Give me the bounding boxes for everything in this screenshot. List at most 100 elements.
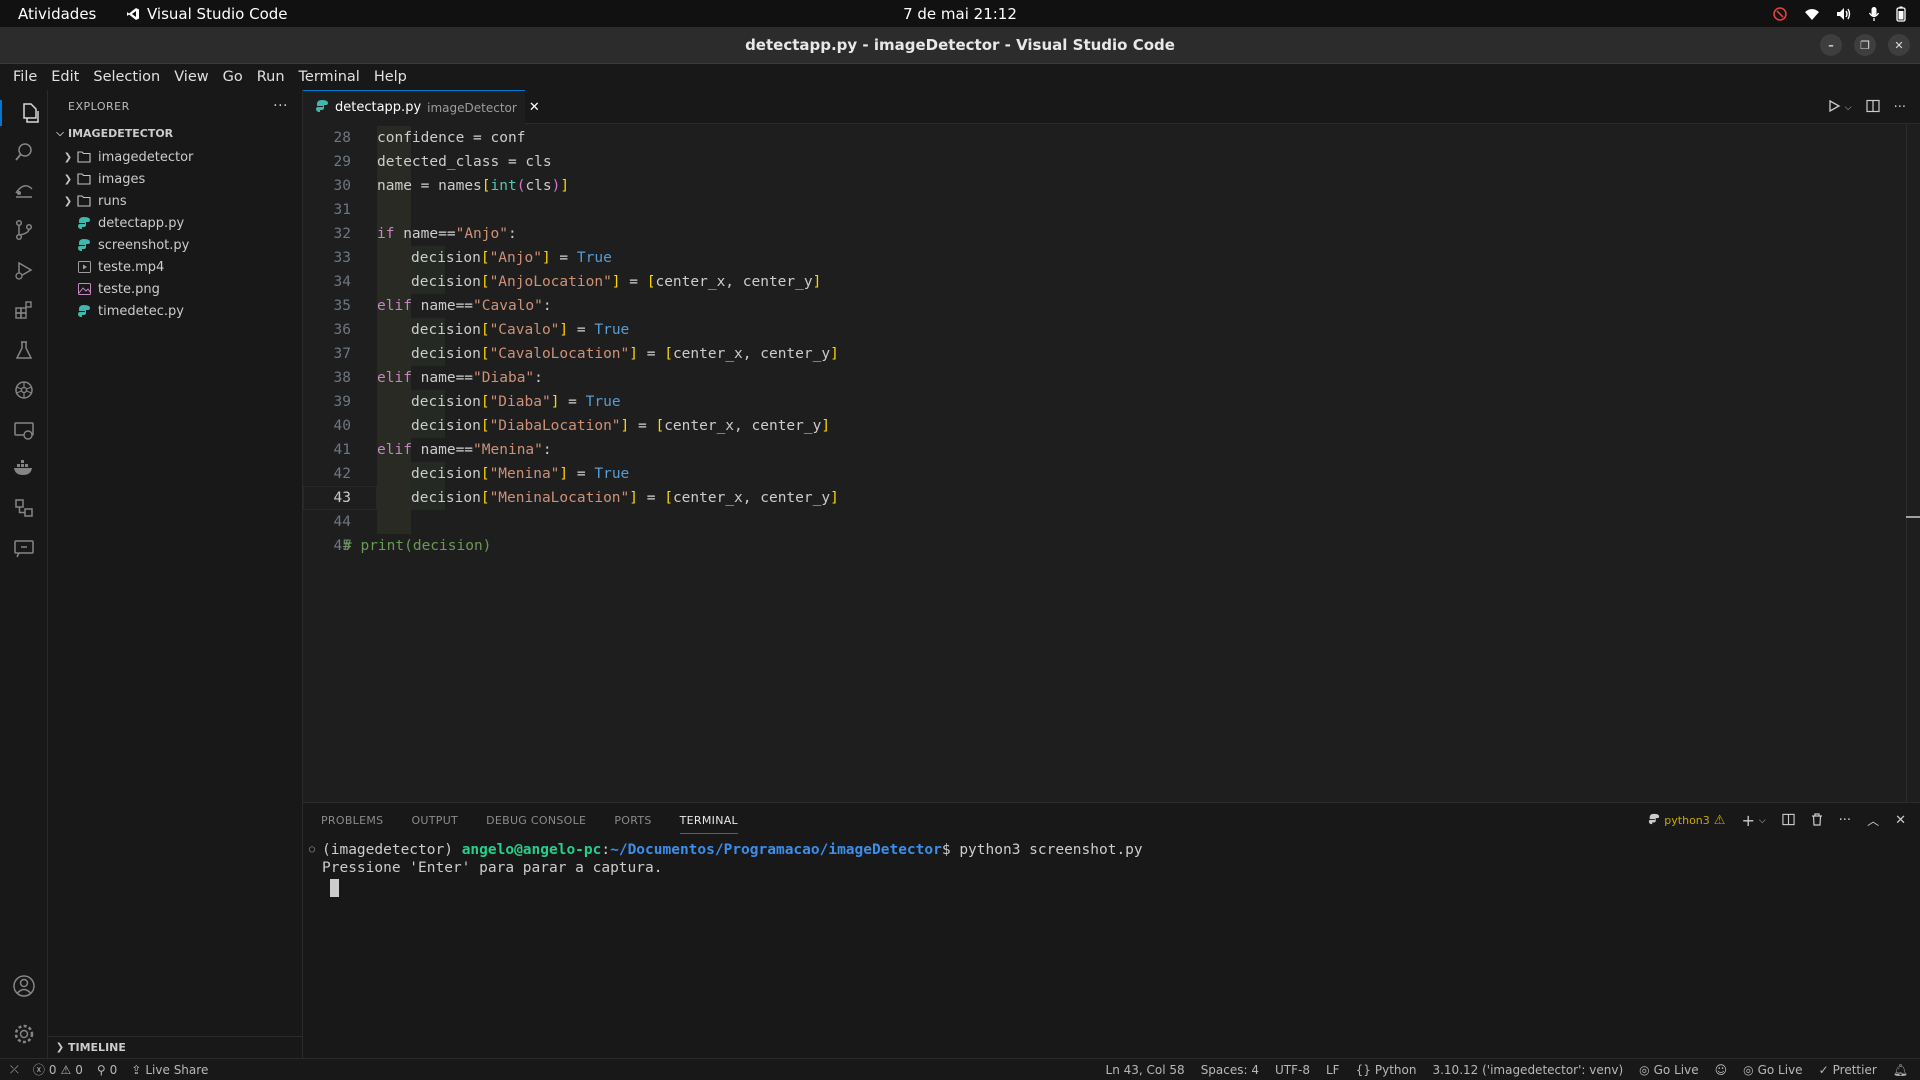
code-line[interactable]: 30 name = names[int(cls)]: [303, 174, 1903, 198]
copilot-icon[interactable]: ☺: [1715, 1063, 1728, 1077]
code-line[interactable]: 29 detected_class = cls: [303, 150, 1903, 174]
kubernetes-icon[interactable]: [12, 378, 36, 402]
system-tray[interactable]: [1772, 0, 1906, 27]
editor-scrollbar[interactable]: [1906, 124, 1907, 802]
testing-icon[interactable]: [12, 338, 36, 362]
activities-button[interactable]: Atividades: [0, 5, 110, 23]
code-line[interactable]: 43 decision["MeninaLocation"] = [center_x…: [303, 486, 1903, 510]
restore-button[interactable]: ❐: [1854, 34, 1876, 56]
indentation[interactable]: Spaces: 4: [1201, 1063, 1259, 1077]
live-share-icon[interactable]: [12, 536, 36, 560]
code-line[interactable]: 35 elif name=="Cavalo":: [303, 294, 1903, 318]
code-line[interactable]: 40 decision["DiabaLocation"] = [center_x,…: [303, 414, 1903, 438]
code-line[interactable]: 38 elif name=="Diaba":: [303, 366, 1903, 390]
clock[interactable]: 7 de mai 21:12: [903, 5, 1017, 23]
new-terminal-icon[interactable]: +: [1741, 811, 1754, 830]
code-editor[interactable]: 28 confidence = conf 29 detected_class = cl…: [303, 124, 1920, 802]
code-line[interactable]: 34 decision["AnjoLocation"] = [center_x, …: [303, 270, 1903, 294]
search-icon[interactable]: [12, 140, 36, 164]
tab-terminal[interactable]: TERMINAL: [679, 814, 738, 834]
tab-detectapp[interactable]: detectapp.py imageDetector ✕: [303, 90, 540, 124]
menu-file[interactable]: File: [6, 69, 44, 85]
more-actions-icon[interactable]: ···: [1894, 100, 1906, 115]
app-menu[interactable]: Visual Studio Code: [126, 5, 288, 23]
code-line[interactable]: 39 decision["Diaba"] = True: [303, 390, 1903, 414]
go-live-button-2[interactable]: ◎ Go Live: [1743, 1063, 1802, 1077]
tree-file-screenshot[interactable]: screenshot.py: [48, 234, 302, 256]
extensions-icon[interactable]: [12, 298, 36, 322]
menu-view[interactable]: View: [167, 69, 215, 85]
minimize-button[interactable]: –: [1820, 34, 1842, 56]
microphone-icon[interactable]: [1868, 6, 1880, 22]
chevron-down-icon[interactable]: ⌵: [1845, 103, 1852, 113]
code-line[interactable]: 28 confidence = conf: [303, 126, 1903, 150]
end-of-line[interactable]: LF: [1326, 1063, 1340, 1077]
volume-icon[interactable]: [1836, 7, 1852, 21]
menu-help[interactable]: Help: [367, 69, 414, 85]
more-actions-icon[interactable]: ···: [1839, 813, 1851, 828]
code-line[interactable]: 37 decision["CavaloLocation"] = [center_x…: [303, 342, 1903, 366]
split-editor-icon[interactable]: [1865, 98, 1880, 117]
split-terminal-icon[interactable]: [1782, 813, 1795, 829]
tab-debug-console[interactable]: DEBUG CONSOLE: [486, 814, 586, 827]
source-control-icon[interactable]: [12, 218, 36, 242]
remote-explorer-icon[interactable]: [12, 178, 36, 202]
ports-indicator[interactable]: ⚲ 0: [97, 1063, 117, 1077]
tab-output[interactable]: OUTPUT: [411, 814, 458, 827]
menu-edit[interactable]: Edit: [44, 69, 86, 85]
tree-file-timedetec[interactable]: timedetec.py: [48, 300, 302, 322]
tree-file-detectapp[interactable]: detectapp.py: [48, 212, 302, 234]
trash-icon[interactable]: [1811, 812, 1823, 829]
maximize-panel-icon[interactable]: ︿: [1867, 812, 1879, 829]
close-panel-icon[interactable]: ✕: [1895, 813, 1906, 828]
run-debug-icon[interactable]: [12, 258, 36, 282]
tab-ports[interactable]: PORTS: [614, 814, 651, 827]
cursor-position[interactable]: Ln 43, Col 58: [1106, 1063, 1185, 1077]
docker-icon[interactable]: [12, 456, 36, 480]
menu-run[interactable]: Run: [250, 69, 292, 85]
live-share-button[interactable]: ⇪ Live Share: [131, 1063, 208, 1077]
project-manager-icon[interactable]: [12, 496, 36, 520]
project-section-header[interactable]: ⌵ IMAGEDETECTOR: [48, 122, 302, 144]
language-mode[interactable]: {} Python: [1356, 1063, 1417, 1077]
timeline-section-header[interactable]: ❯ TIMELINE: [48, 1036, 302, 1058]
more-actions-icon[interactable]: ···: [273, 98, 288, 114]
wifi-icon[interactable]: [1804, 7, 1820, 21]
go-live-button-1[interactable]: ◎ Go Live: [1639, 1063, 1698, 1077]
remote-indicator-icon[interactable]: ⤫: [10, 1063, 19, 1077]
chevron-down-icon[interactable]: ⌵: [1759, 816, 1766, 826]
code-line[interactable]: 45 # print(decision): [303, 534, 1903, 558]
code-line[interactable]: 31: [303, 198, 1903, 222]
tree-folder-images[interactable]: ❯ images: [48, 168, 302, 190]
settings-icon[interactable]: [12, 1022, 36, 1046]
explorer-icon[interactable]: [0, 100, 48, 126]
terminal-instance-selector[interactable]: python3 ⚠: [1648, 813, 1725, 828]
problems-indicator[interactable]: ⓧ 0 ⚠ 0: [33, 1061, 83, 1078]
tree-file-teste-png[interactable]: teste.png: [48, 278, 302, 300]
menu-selection[interactable]: Selection: [86, 69, 167, 85]
remote-icon[interactable]: [12, 418, 36, 442]
python-interpreter[interactable]: 3.10.12 ('imagedetector': venv): [1432, 1063, 1623, 1077]
recording-icon[interactable]: [1772, 6, 1788, 22]
menu-go[interactable]: Go: [216, 69, 250, 85]
code-line[interactable]: 32 if name=="Anjo":: [303, 222, 1903, 246]
code-line[interactable]: 44: [303, 510, 1903, 534]
close-window-button[interactable]: ✕: [1888, 34, 1910, 56]
window-title-bar[interactable]: detectapp.py - imageDetector - Visual St…: [0, 27, 1920, 64]
code-line[interactable]: 41 elif name=="Menina":: [303, 438, 1903, 462]
tree-folder-runs[interactable]: ❯ runs: [48, 190, 302, 212]
terminal[interactable]: ○ (imagedetector) angelo@angelo-pc:~/Doc…: [303, 837, 1920, 1059]
code-line[interactable]: 42 decision["Menina"] = True: [303, 462, 1903, 486]
tab-problems[interactable]: PROBLEMS: [321, 814, 383, 827]
close-tab-icon[interactable]: ✕: [529, 100, 540, 115]
code-line[interactable]: 36 decision["Cavalo"] = True: [303, 318, 1903, 342]
tree-folder-imagedetector[interactable]: ❯ imagedetector: [48, 146, 302, 168]
notifications-bell-icon[interactable]: 🔔︎: [1893, 1063, 1908, 1077]
code-line[interactable]: 33 decision["Anjo"] = True: [303, 246, 1903, 270]
account-icon[interactable]: [12, 974, 36, 998]
prettier-status[interactable]: ✓ Prettier: [1819, 1063, 1877, 1077]
run-python-file-icon[interactable]: [1827, 98, 1841, 117]
encoding[interactable]: UTF-8: [1275, 1063, 1310, 1077]
menu-terminal[interactable]: Terminal: [292, 69, 367, 85]
tree-file-teste-mp4[interactable]: teste.mp4: [48, 256, 302, 278]
